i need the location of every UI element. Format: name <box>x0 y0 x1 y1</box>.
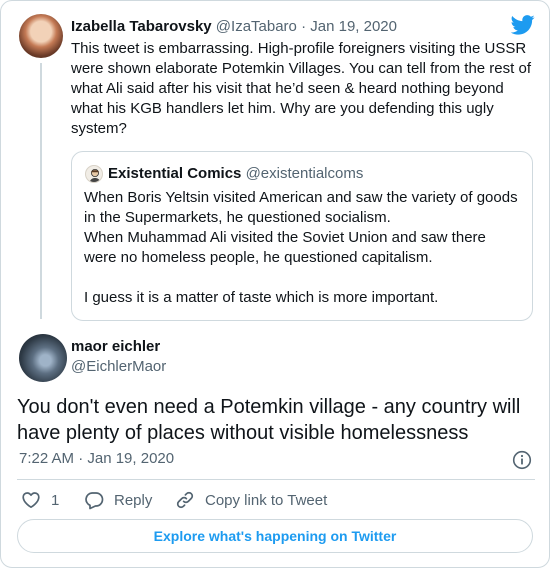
quoted-author-name: Existential Comics <box>108 165 242 182</box>
quoted-tweet[interactable]: Existential Comics @existentialcoms When… <box>71 151 533 321</box>
copy-link-label: Copy link to Tweet <box>205 491 328 509</box>
tweet-embed-card: Izabella Tabarovsky @IzaTabaro · Jan 19,… <box>0 0 550 568</box>
reply-author-handle[interactable]: @EichlerMaor <box>71 357 166 377</box>
action-divider <box>17 479 535 480</box>
reply-label: Reply <box>114 491 153 509</box>
parent-separator: · <box>301 18 307 35</box>
reply-button[interactable]: Reply <box>84 489 152 511</box>
reply-bubble-icon <box>85 492 104 510</box>
reply-tweet-text: You don't even need a Potemkin village -… <box>17 396 521 444</box>
twitter-bird-icon[interactable] <box>511 15 535 35</box>
info-icon[interactable] <box>512 450 532 470</box>
parent-tweet-text: This tweet is embarrassing. High-profile… <box>71 40 531 137</box>
reply-tweet-timestamp[interactable]: 7:22 AM · Jan 19, 2020 <box>19 449 174 469</box>
reply-author-avatar[interactable] <box>19 334 67 382</box>
quoted-tweet-header: Existential Comics @existentialcoms <box>108 164 363 184</box>
quoted-avatar-figure-icon <box>89 169 101 182</box>
explore-twitter-button[interactable]: Explore what's happening on Twitter <box>17 519 533 553</box>
heart-icon <box>22 492 40 509</box>
parent-author-handle[interactable]: @IzaTabaro <box>216 18 297 35</box>
quoted-tweet-text: When Boris Yeltsin visited American and … <box>84 189 518 306</box>
link-icon <box>176 491 194 509</box>
thread-connector-line <box>40 63 42 319</box>
quoted-author-handle: @existentialcoms <box>245 165 364 182</box>
reply-author-name[interactable]: maor eichler <box>71 337 160 357</box>
like-count: 1 <box>51 491 60 509</box>
parent-tweet-date[interactable]: Jan 19, 2020 <box>310 18 397 35</box>
parent-author-name[interactable]: Izabella Tabarovsky <box>71 18 212 35</box>
like-button[interactable]: 1 <box>21 489 59 511</box>
parent-tweet-header: Izabella Tabarovsky @IzaTabaro · Jan 19,… <box>71 17 397 37</box>
quoted-author-avatar <box>85 165 103 183</box>
copy-link-button[interactable]: Copy link to Tweet <box>175 489 327 511</box>
parent-author-avatar[interactable] <box>19 14 63 58</box>
